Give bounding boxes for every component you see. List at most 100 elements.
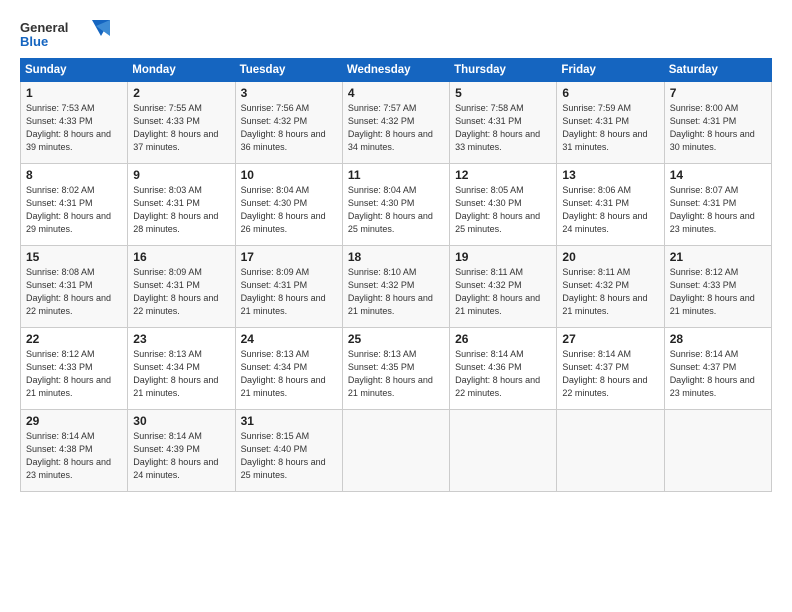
svg-text:Blue: Blue [20, 34, 48, 49]
day-info: Sunrise: 7:55 AMSunset: 4:33 PMDaylight:… [133, 103, 218, 152]
calendar-cell: 5 Sunrise: 7:58 AMSunset: 4:31 PMDaylight… [450, 82, 557, 164]
calendar-cell: 30Sunrise: 8:14 AMSunset: 4:39 PMDayligh… [128, 410, 235, 492]
day-info: Sunrise: 8:12 AMSunset: 4:33 PMDaylight:… [670, 267, 755, 316]
day-number: 6 [562, 86, 658, 100]
calendar-cell: 10 Sunrise: 8:04 AMSunset: 4:30 PMDayligh… [235, 164, 342, 246]
day-number: 18 [348, 250, 444, 264]
day-info: Sunrise: 7:57 AMSunset: 4:32 PMDaylight:… [348, 103, 433, 152]
day-number: 9 [133, 168, 229, 182]
day-info: Sunrise: 8:14 AMSunset: 4:36 PMDaylight:… [455, 349, 540, 398]
day-number: 28 [670, 332, 766, 346]
day-number: 23 [133, 332, 229, 346]
weekday-tuesday: Tuesday [235, 59, 342, 82]
calendar-cell: 8 Sunrise: 8:02 AMSunset: 4:31 PMDaylight… [21, 164, 128, 246]
day-number: 8 [26, 168, 122, 182]
day-number: 21 [670, 250, 766, 264]
weekday-wednesday: Wednesday [342, 59, 449, 82]
day-info: Sunrise: 8:11 AMSunset: 4:32 PMDaylight:… [455, 267, 540, 316]
day-number: 29 [26, 414, 122, 428]
day-info: Sunrise: 8:02 AMSunset: 4:31 PMDaylight:… [26, 185, 111, 234]
day-number: 26 [455, 332, 551, 346]
day-number: 10 [241, 168, 337, 182]
logo: General Blue [20, 16, 110, 52]
calendar-cell: 4 Sunrise: 7:57 AMSunset: 4:32 PMDaylight… [342, 82, 449, 164]
day-info: Sunrise: 8:13 AMSunset: 4:34 PMDaylight:… [133, 349, 218, 398]
calendar-cell: 27 Sunrise: 8:14 AMSunset: 4:37 PMDayligh… [557, 328, 664, 410]
day-number: 13 [562, 168, 658, 182]
day-number: 16 [133, 250, 229, 264]
day-info: Sunrise: 8:03 AMSunset: 4:31 PMDaylight:… [133, 185, 218, 234]
day-info: Sunrise: 8:06 AMSunset: 4:31 PMDaylight:… [562, 185, 647, 234]
day-info: Sunrise: 8:14 AMSunset: 4:37 PMDaylight:… [670, 349, 755, 398]
calendar-cell: 1Sunrise: 7:53 AMSunset: 4:33 PMDaylight… [21, 82, 128, 164]
weekday-saturday: Saturday [664, 59, 771, 82]
day-number: 15 [26, 250, 122, 264]
day-info: Sunrise: 8:14 AMSunset: 4:38 PMDaylight:… [26, 431, 111, 480]
calendar-cell: 9 Sunrise: 8:03 AMSunset: 4:31 PMDaylight… [128, 164, 235, 246]
day-number: 27 [562, 332, 658, 346]
weekday-header-row: SundayMondayTuesdayWednesdayThursdayFrid… [21, 59, 772, 82]
day-info: Sunrise: 8:07 AMSunset: 4:31 PMDaylight:… [670, 185, 755, 234]
day-number: 25 [348, 332, 444, 346]
day-info: Sunrise: 7:59 AMSunset: 4:31 PMDaylight:… [562, 103, 647, 152]
weekday-friday: Friday [557, 59, 664, 82]
calendar-cell: 29 Sunrise: 8:14 AMSunset: 4:38 PMDayligh… [21, 410, 128, 492]
calendar-week-2: 8 Sunrise: 8:02 AMSunset: 4:31 PMDaylight… [21, 164, 772, 246]
calendar-cell: 16 Sunrise: 8:09 AMSunset: 4:31 PMDayligh… [128, 246, 235, 328]
calendar-week-1: 1Sunrise: 7:53 AMSunset: 4:33 PMDaylight… [21, 82, 772, 164]
calendar-cell: 15 Sunrise: 8:08 AMSunset: 4:31 PMDayligh… [21, 246, 128, 328]
calendar-week-5: 29 Sunrise: 8:14 AMSunset: 4:38 PMDayligh… [21, 410, 772, 492]
day-info: Sunrise: 8:09 AMSunset: 4:31 PMDaylight:… [133, 267, 218, 316]
calendar-cell: 21 Sunrise: 8:12 AMSunset: 4:33 PMDayligh… [664, 246, 771, 328]
day-number: 31 [241, 414, 337, 428]
calendar-cell: 19 Sunrise: 8:11 AMSunset: 4:32 PMDayligh… [450, 246, 557, 328]
calendar-week-3: 15 Sunrise: 8:08 AMSunset: 4:31 PMDayligh… [21, 246, 772, 328]
calendar-cell: 31Sunrise: 8:15 AMSunset: 4:40 PMDayligh… [235, 410, 342, 492]
calendar-cell: 11Sunrise: 8:04 AMSunset: 4:30 PMDayligh… [342, 164, 449, 246]
calendar-cell [664, 410, 771, 492]
logo-icon: General Blue [20, 16, 110, 52]
day-number: 4 [348, 86, 444, 100]
day-info: Sunrise: 8:13 AMSunset: 4:34 PMDaylight:… [241, 349, 326, 398]
day-number: 7 [670, 86, 766, 100]
day-number: 19 [455, 250, 551, 264]
calendar-cell: 28 Sunrise: 8:14 AMSunset: 4:37 PMDayligh… [664, 328, 771, 410]
day-info: Sunrise: 7:58 AMSunset: 4:31 PMDaylight:… [455, 103, 540, 152]
day-number: 1 [26, 86, 122, 100]
calendar-cell: 24 Sunrise: 8:13 AMSunset: 4:34 PMDayligh… [235, 328, 342, 410]
day-info: Sunrise: 8:09 AMSunset: 4:31 PMDaylight:… [241, 267, 326, 316]
calendar-page: General Blue SundayMondayTuesdayWednesda… [0, 0, 792, 504]
day-number: 14 [670, 168, 766, 182]
day-info: Sunrise: 8:04 AMSunset: 4:30 PMDaylight:… [241, 185, 326, 234]
calendar-cell: 22 Sunrise: 8:12 AMSunset: 4:33 PMDayligh… [21, 328, 128, 410]
calendar-cell: 17Sunrise: 8:09 AMSunset: 4:31 PMDayligh… [235, 246, 342, 328]
day-info: Sunrise: 8:14 AMSunset: 4:37 PMDaylight:… [562, 349, 647, 398]
day-info: Sunrise: 8:12 AMSunset: 4:33 PMDaylight:… [26, 349, 111, 398]
day-number: 3 [241, 86, 337, 100]
day-info: Sunrise: 8:00 AMSunset: 4:31 PMDaylight:… [670, 103, 755, 152]
calendar-cell: 18 Sunrise: 8:10 AMSunset: 4:32 PMDayligh… [342, 246, 449, 328]
day-number: 22 [26, 332, 122, 346]
svg-text:General: General [20, 20, 68, 35]
day-info: Sunrise: 8:11 AMSunset: 4:32 PMDaylight:… [562, 267, 647, 316]
calendar-week-4: 22 Sunrise: 8:12 AMSunset: 4:33 PMDayligh… [21, 328, 772, 410]
calendar-cell: 2 Sunrise: 7:55 AMSunset: 4:33 PMDaylight… [128, 82, 235, 164]
weekday-sunday: Sunday [21, 59, 128, 82]
day-number: 2 [133, 86, 229, 100]
day-info: Sunrise: 8:13 AMSunset: 4:35 PMDaylight:… [348, 349, 433, 398]
day-info: Sunrise: 8:05 AMSunset: 4:30 PMDaylight:… [455, 185, 540, 234]
day-number: 30 [133, 414, 229, 428]
day-number: 11 [348, 168, 444, 182]
calendar-cell: 7 Sunrise: 8:00 AMSunset: 4:31 PMDaylight… [664, 82, 771, 164]
day-info: Sunrise: 8:10 AMSunset: 4:32 PMDaylight:… [348, 267, 433, 316]
calendar-cell: 23 Sunrise: 8:13 AMSunset: 4:34 PMDayligh… [128, 328, 235, 410]
calendar-cell: 3Sunrise: 7:56 AMSunset: 4:32 PMDaylight… [235, 82, 342, 164]
calendar-cell: 26 Sunrise: 8:14 AMSunset: 4:36 PMDayligh… [450, 328, 557, 410]
calendar-cell: 14 Sunrise: 8:07 AMSunset: 4:31 PMDayligh… [664, 164, 771, 246]
day-number: 24 [241, 332, 337, 346]
calendar-cell [450, 410, 557, 492]
day-info: Sunrise: 8:08 AMSunset: 4:31 PMDaylight:… [26, 267, 111, 316]
calendar-cell: 12Sunrise: 8:05 AMSunset: 4:30 PMDayligh… [450, 164, 557, 246]
calendar-body: 1Sunrise: 7:53 AMSunset: 4:33 PMDaylight… [21, 82, 772, 492]
day-number: 5 [455, 86, 551, 100]
